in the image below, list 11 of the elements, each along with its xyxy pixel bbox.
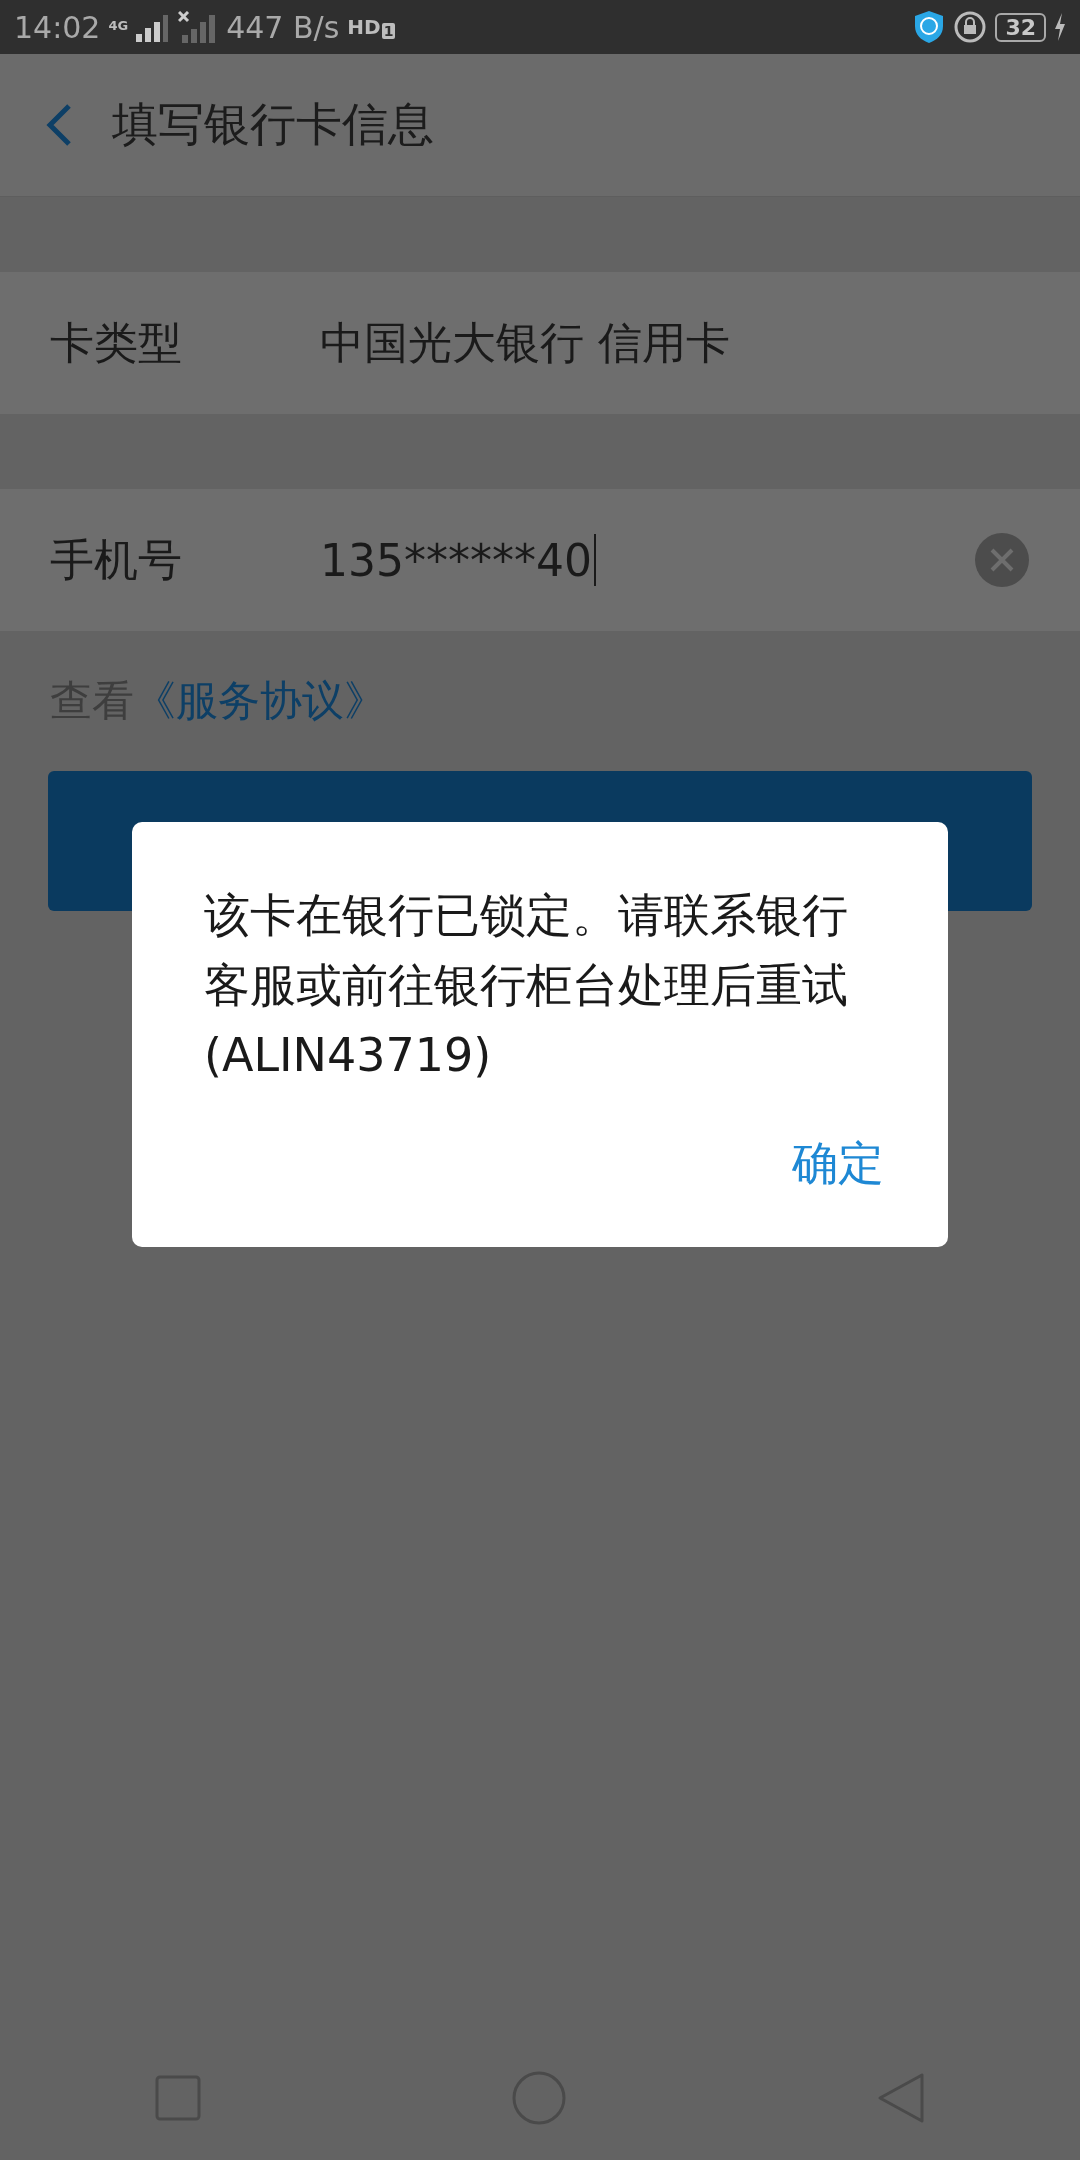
network-type: 4G bbox=[108, 17, 129, 33]
sim-number: 1 bbox=[381, 23, 396, 39]
network-speed: 447 B/s bbox=[226, 9, 340, 45]
status-time: 14:02 bbox=[14, 9, 101, 45]
hd-label: HD bbox=[347, 15, 381, 39]
field-value: 中国光大银行 信用卡 bbox=[320, 315, 731, 370]
field-label: 手机号 bbox=[50, 532, 183, 587]
dialog-message: 该卡在银行已锁定。请联系银行客服或前往银行柜台处理后重试(ALIN43719) bbox=[204, 887, 849, 1084]
field-label: 卡类型 bbox=[50, 315, 183, 370]
battery-level: 32 bbox=[995, 12, 1046, 42]
page-title: 填写银行卡信息 bbox=[112, 96, 434, 153]
